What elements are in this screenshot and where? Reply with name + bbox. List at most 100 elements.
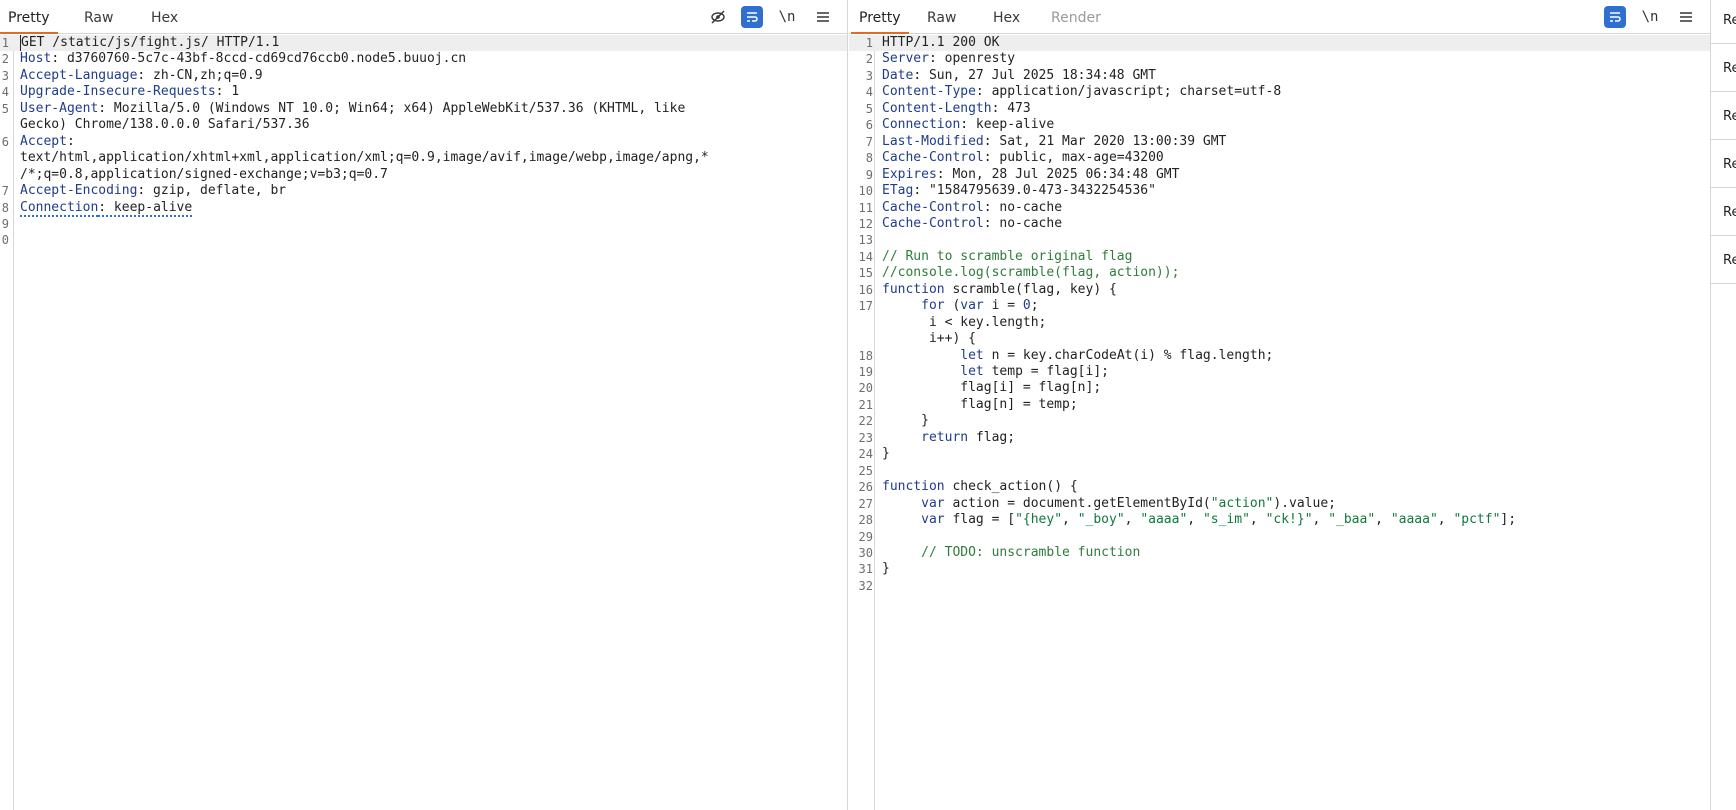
code-line[interactable]: 3 Accept-Language: zh-CN,zh;q=0.9	[0, 68, 847, 84]
code-line[interactable]: 5 Content-Length: 473	[849, 101, 1710, 117]
line-number: 1	[1, 36, 9, 50]
wrap-lines-icon[interactable]	[741, 6, 763, 28]
request-pane: Pretty Raw Hex \n 1 GET /static/js/fight.…	[0, 0, 848, 810]
code-line[interactable]: i++) {	[849, 331, 1710, 347]
response-tab-raw[interactable]: Raw	[919, 0, 964, 34]
token-text: : openresty	[928, 51, 1016, 67]
token-str: "action"	[1210, 495, 1274, 511]
line-number: 32	[858, 578, 873, 593]
newline-toggle-button[interactable]: \n	[776, 6, 798, 28]
code-line[interactable]: 9 Expires: Mon, 28 Jul 2025 06:34:48 GMT	[849, 167, 1710, 183]
code-line[interactable]: 6 Connection: keep-alive	[849, 117, 1710, 133]
code-line[interactable]: 2 Host: d3760760-5c7c-43bf-8ccd-cd69cd76c…	[0, 51, 847, 67]
code-line[interactable]: 30 // TODO: unscramble function	[849, 545, 1710, 561]
code-line[interactable]: 9	[0, 216, 847, 232]
code-line[interactable]: 11 Cache-Control: no-cache	[849, 200, 1710, 216]
code-line[interactable]: 13	[849, 232, 1710, 248]
code-line[interactable]: 28 var flag = ["{hey", "_boy", "aaaa", "…	[849, 512, 1710, 528]
hamburger-icon[interactable]	[1675, 6, 1697, 28]
code-line[interactable]: /*;q=0.8,application/signed-exchange;v=b…	[0, 167, 847, 183]
code-line[interactable]: 31}	[849, 561, 1710, 577]
token-kw: let	[960, 364, 984, 379]
side-panel-item[interactable]: Re	[1711, 96, 1736, 140]
code-line[interactable]: 1 GET /static/js/fight.js/ HTTP/1.1	[0, 35, 847, 52]
code-line[interactable]: 8 Connection: keep-alive	[0, 199, 847, 217]
line-number: 20	[858, 381, 873, 396]
request-tab-pretty[interactable]: Pretty	[0, 0, 58, 34]
code-line[interactable]: 15 //console.log(scramble(flag, action));	[849, 265, 1710, 281]
response-editor[interactable]: 1 HTTP/1.1 200 OK 2 Server: openresty 3 Date:…	[849, 35, 1710, 810]
code-line[interactable]: 1 HTTP/1.1 200 OK	[849, 35, 1710, 52]
token-cm: //console.log(scramble(flag, action));	[882, 265, 1180, 281]
code-line[interactable]: 23 return flag;	[849, 430, 1710, 446]
request-editor[interactable]: 1 GET /static/js/fight.js/ HTTP/1.1 2 Host:…	[0, 35, 847, 810]
code-line[interactable]: Gecko) Chrome/138.0.0.0 Safari/537.36	[0, 117, 847, 133]
code-line[interactable]: 18 let n = key.charCodeAt(i) % flag.leng…	[849, 348, 1710, 364]
code-line[interactable]: 6 Accept:	[0, 134, 847, 150]
code-line[interactable]: 20 flag[i] = flag[n];	[849, 380, 1710, 396]
token-hname: Date	[882, 67, 914, 83]
side-panel-item[interactable]: Re	[1711, 48, 1736, 92]
code-line[interactable]: 19 let temp = flag[i];	[849, 364, 1710, 380]
code-line-text: GET /static/js/fight.js/ HTTP/1.1	[20, 35, 279, 52]
code-line[interactable]: 21 flag[n] = temp;	[849, 397, 1710, 413]
code-line[interactable]: 5 User-Agent: Mozilla/5.0 (Windows NT 10.…	[0, 101, 847, 117]
code-line[interactable]: 25	[849, 463, 1710, 479]
code-line[interactable]: i < key.length;	[849, 315, 1710, 331]
code-line[interactable]: 24}	[849, 446, 1710, 462]
code-line[interactable]: 26 function check_action() {	[849, 479, 1710, 495]
side-panel-item[interactable]: Re	[1711, 144, 1736, 188]
token-hname: Content-Length	[882, 100, 992, 116]
token-text: temp = flag[i];	[983, 364, 1109, 379]
code-line[interactable]: 7 Accept-Encoding: gzip, deflate, br	[0, 183, 847, 199]
request-tab-hex[interactable]: Hex	[143, 0, 186, 34]
code-line[interactable]: 7 Last-Modified: Sat, 21 Mar 2020 13:00:3…	[849, 134, 1710, 150]
code-line[interactable]: 32	[849, 578, 1710, 594]
code-line[interactable]: 0	[0, 232, 847, 248]
line-number: 18	[858, 348, 873, 363]
side-panel-item[interactable]: Re	[1711, 240, 1736, 284]
code-line[interactable]: 14 // Run to scramble original flag	[849, 249, 1710, 265]
code-line[interactable]: 3 Date: Sun, 27 Jul 2025 18:34:48 GMT	[849, 68, 1710, 84]
code-line[interactable]: 27 var action = document.getElementById(…	[849, 496, 1710, 512]
token-text: }	[882, 446, 890, 462]
code-line[interactable]: 4 Upgrade-Insecure-Requests: 1	[0, 84, 847, 100]
code-line[interactable]: 10 ETag: "1584795639.0-473-3432254536"	[849, 183, 1710, 199]
code-line[interactable]: 22 }	[849, 413, 1710, 429]
wrap-lines-icon[interactable]	[1604, 6, 1626, 28]
side-panel-item[interactable]: Re	[1711, 0, 1736, 44]
line-number: 29	[858, 529, 873, 544]
side-panel-item[interactable]: Re	[1711, 192, 1736, 236]
code-line[interactable]: 2 Server: openresty	[849, 51, 1710, 67]
token-hname: Cache-Control	[882, 150, 984, 166]
code-line[interactable]: 29	[849, 529, 1710, 545]
line-number: 22	[858, 414, 873, 429]
token-text: i < key.length;	[882, 314, 1047, 330]
line-number: 3	[865, 68, 873, 83]
code-line[interactable]: text/html,application/xhtml+xml,applicat…	[0, 150, 847, 166]
response-tab-pretty[interactable]: Pretty	[851, 0, 909, 34]
code-line[interactable]: 12 Cache-Control: no-cache	[849, 216, 1710, 232]
code-line[interactable]: 8 Cache-Control: public, max-age=43200	[849, 150, 1710, 166]
code-line[interactable]: 16 function scramble(flag, key) {	[849, 282, 1710, 298]
token-str: "_baa"	[1328, 512, 1376, 528]
token-text: : "1584795639.0-473-3432254536"	[913, 183, 1156, 199]
newline-toggle-button[interactable]: \n	[1639, 6, 1661, 28]
eye-off-icon[interactable]	[707, 6, 729, 28]
request-tab-raw[interactable]: Raw	[76, 0, 121, 34]
token-text: : zh-CN,zh;q=0.9	[137, 67, 263, 83]
code-line[interactable]: 4 Content-Type: application/javascript; c…	[849, 84, 1710, 100]
code-line[interactable]: 17 for (var i = 0;	[849, 298, 1710, 314]
hamburger-icon[interactable]	[812, 6, 834, 28]
code-line-text: let temp = flag[i];	[882, 364, 1109, 380]
response-tab-hex[interactable]: Hex	[985, 0, 1028, 34]
token-text: }	[882, 413, 929, 429]
response-tab-render[interactable]: Render	[1043, 0, 1109, 34]
code-line-text: for (var i = 0;	[882, 298, 1038, 314]
code-line-text: Host: d3760760-5c7c-43bf-8ccd-cd69cd76cc…	[20, 51, 466, 67]
line-number: 30	[858, 545, 873, 560]
code-line-text: return flag;	[882, 430, 1015, 446]
